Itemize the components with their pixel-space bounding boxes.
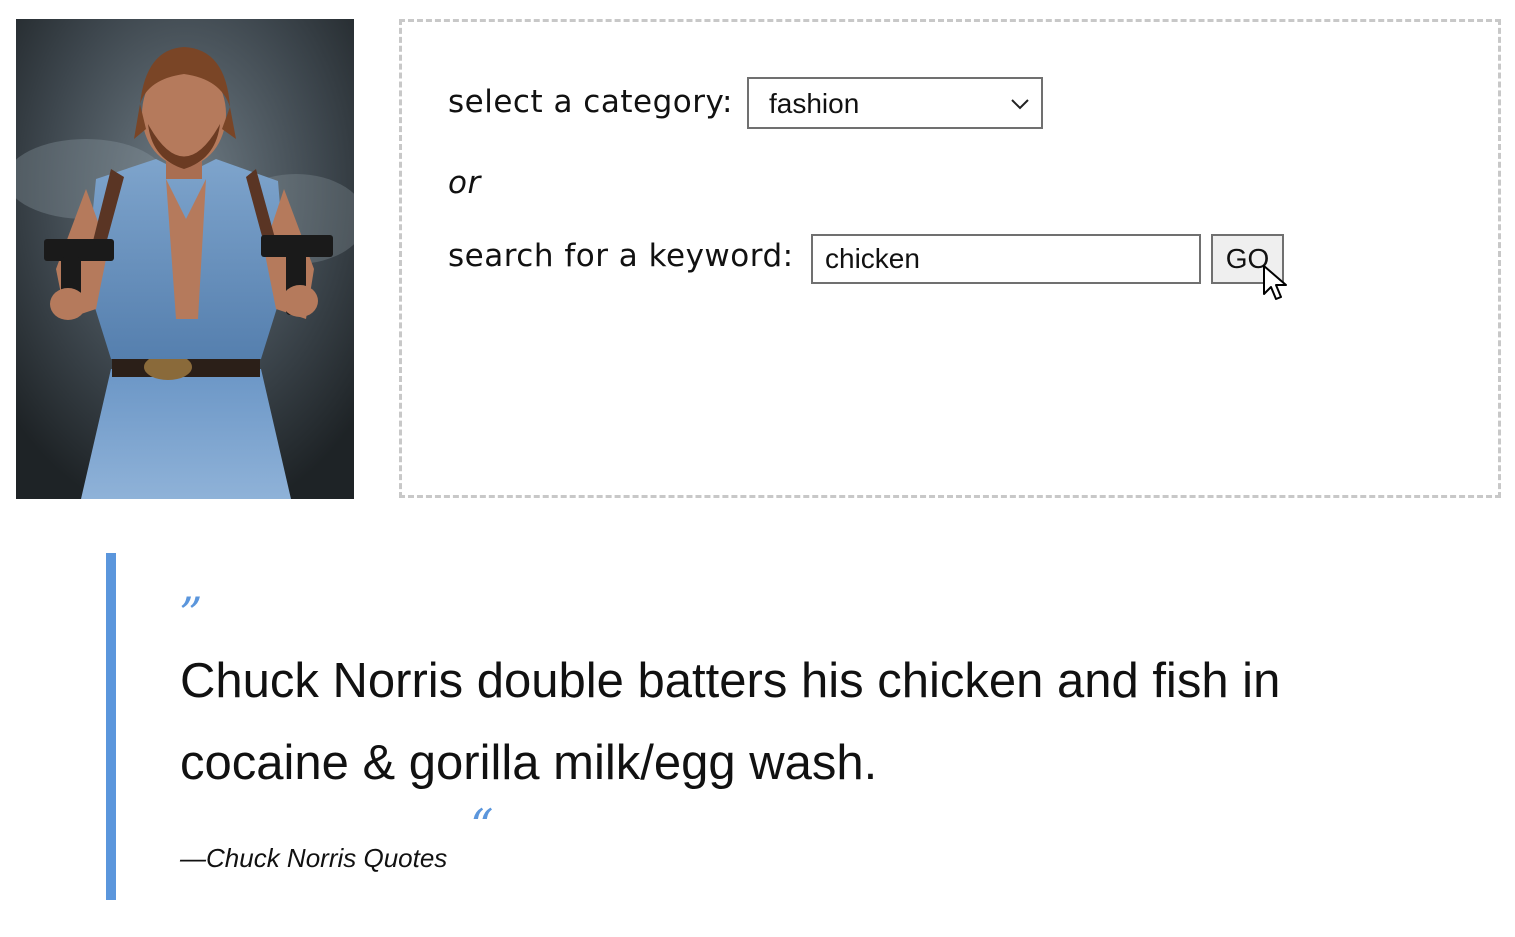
mouse-pointer-icon — [1262, 264, 1290, 308]
keyword-label: search for a keyword: — [448, 238, 794, 274]
quote-text: Chuck Norris double batters his chicken … — [180, 654, 1281, 790]
or-separator: or — [448, 165, 481, 201]
search-panel: select a category: fashion or search for… — [399, 19, 1501, 498]
keyword-input[interactable] — [811, 234, 1201, 284]
portrait-photo — [16, 19, 354, 499]
citation-source: Chuck Norris Quotes — [206, 843, 448, 873]
category-select[interactable]: fashion — [747, 77, 1043, 129]
category-label: select a category: — [448, 84, 734, 120]
quote-block: ” Chuck Norris double batters his chicke… — [106, 553, 1416, 900]
quote-open-mark: ” — [179, 587, 203, 641]
quote-citation: —Chuck Norris Quotes — [180, 843, 447, 874]
category-select-value: fashion — [769, 88, 860, 119]
citation-dash: — — [180, 843, 206, 873]
chevron-down-icon — [1009, 93, 1031, 119]
portrait-image — [16, 19, 354, 499]
quote-close-mark: “ — [470, 799, 494, 853]
